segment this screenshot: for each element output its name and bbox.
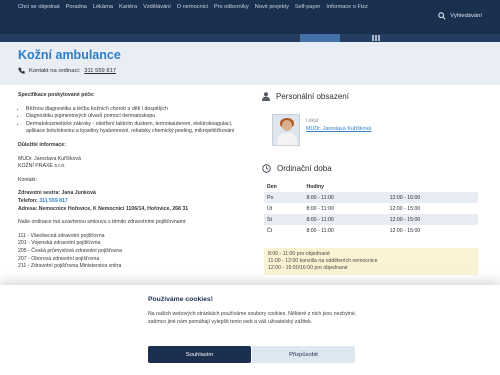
row-pm: 12:00 - 16:00 — [386, 192, 478, 203]
phone-link[interactable]: 311 559 817 — [39, 198, 68, 204]
main-nav: Chci se objednat Poradna Lékárna Kariéra… — [18, 3, 418, 11]
strip-icon[interactable] — [372, 35, 380, 41]
person-icon — [262, 92, 270, 101]
note-line: 12:00 - 15:00/16:00 pro objednané — [268, 265, 348, 271]
row-am: 8:00 - 11:00 — [306, 227, 334, 234]
nav-item-poradna[interactable]: Poradna — [66, 3, 87, 11]
insurer-item: 207 - Oborová zdravotní pojišťovna — [18, 255, 100, 262]
table-row: St 8:00 - 11:00 12:00 - 15:00 — [264, 214, 478, 225]
customize-cookies-button[interactable]: Přizpůsobit — [252, 346, 355, 363]
contact-word: Kontakt: — [18, 176, 38, 183]
row-am: 8:00 - 11:00 — [306, 205, 334, 212]
staff-title: Personální obsazení — [276, 92, 349, 101]
search-button[interactable]: Vyhledávání — [438, 12, 482, 20]
row-day: St — [264, 214, 304, 225]
sidebar: Personální obsazení Lékař MUDr. Jaroslav… — [262, 92, 482, 275]
table-row: Čt 8:00 - 11:00 12:00 - 15:00 — [264, 225, 478, 236]
row-am: 8:00 - 11:00 — [303, 214, 387, 225]
company-line: KOŽNÍ PRAXE s.r.o. — [18, 163, 66, 170]
cookie-title: Používáme cookies! — [148, 296, 213, 303]
insurer-item: 201 - Vojenská zdravotní pojišťovna — [18, 240, 101, 247]
table-row: Út 8:00 - 11:00 12:00 - 15:00 — [264, 203, 478, 214]
services-heading: Specifikace poskytované péče: — [18, 92, 95, 98]
staff-role: Lékař — [306, 118, 319, 124]
list-item: Diagnostiku pigmentových útvarů pomocí d… — [26, 113, 248, 121]
col-day: Den — [267, 184, 277, 190]
list-item: Dermatokosmetické zákroky - ošetření tak… — [26, 121, 248, 136]
contact-phone-link[interactable]: 311 559 817 — [84, 68, 116, 74]
contact-label: Kontakt na ordinaci: — [29, 67, 81, 74]
nav-item-self-payer[interactable]: Self-payer — [295, 3, 321, 11]
main-content: Specifikace poskytované péče: Běžnou dia… — [18, 92, 248, 271]
strip-tab-active[interactable] — [300, 34, 340, 42]
nav-item-objednat[interactable]: Chci se objednat — [18, 3, 60, 11]
phone-label: Telefon: — [18, 197, 38, 204]
note-line: 11:00 - 12:00 konzilia na odděleních nem… — [268, 258, 378, 264]
nav-item-kariera[interactable]: Kariéra — [119, 3, 137, 11]
phone-line: Telefon: 311 559 817 — [18, 198, 248, 206]
services-list: Běžnou diagnostiku a léčbu kožních choro… — [26, 106, 248, 136]
note-line: 8:00 - 11:00 pro objednané — [268, 251, 330, 257]
contact-line: Kontakt na ordinaci: 311 559 817 — [18, 67, 116, 74]
row-day: Čt — [267, 227, 273, 234]
staff-card: Lékař MUDr. Jaroslava Kuříšková — [272, 114, 371, 146]
contract-line: Naše ordinace má uzavřenou smlouvu s těm… — [18, 219, 187, 226]
hours-note: 8:00 - 11:00 pro objednané 11:00 - 12:00… — [264, 248, 478, 275]
page-title: Kožní ambulance — [18, 48, 121, 62]
hours-section-title: Ordinační doba — [262, 164, 332, 173]
nav-item-pro-odborniky[interactable]: Pro odborníky — [214, 3, 249, 11]
nurse-line: Zdravotní sestra: Jana Junková — [18, 190, 96, 197]
section-strip — [0, 34, 500, 42]
cookie-banner: Používáme cookies! Na našich webových st… — [0, 285, 500, 375]
staff-section-title: Personální obsazení — [262, 92, 482, 101]
search-label: Vyhledávání — [450, 13, 482, 19]
search-icon — [438, 12, 446, 20]
nav-item-informace[interactable]: Informace o Fizz — [326, 3, 367, 11]
insurer-item: 211 - Zdravotní pojišťovna Ministerstva … — [18, 263, 122, 270]
important-heading: Důležité informace: — [18, 141, 66, 148]
address-line: Adresa: Nemocnice Hořovice, K Nemocnici … — [18, 205, 189, 212]
row-day: Út — [267, 205, 273, 212]
col-hours: Hodiny — [306, 184, 325, 190]
cookie-text: Na našich webových stránkách používáme s… — [148, 311, 357, 325]
avatar — [272, 114, 300, 146]
row-pm: 12:00 - 15:00 — [386, 214, 478, 225]
insurer-item: 111 - Všeobecná zdravotní pojišťovna — [18, 232, 105, 239]
row-day: Po — [264, 192, 304, 203]
row-pm: 12:00 - 15:00 — [389, 227, 421, 234]
hours-title: Ordinační doba — [277, 164, 332, 173]
insurer-item: 205 - Česká průmyslová zdravotní pojišťo… — [18, 247, 123, 254]
clock-icon — [262, 164, 271, 173]
hours-header-row: Den Hodiny — [264, 182, 478, 192]
nav-item-nove-projekty[interactable]: Nové projekty — [255, 3, 289, 11]
staff-name-link[interactable]: MUDr. Jaroslava Kuříšková — [306, 126, 371, 132]
nav-item-vzdelavani[interactable]: Vzdělávání — [143, 3, 171, 11]
page-header: Kožní ambulance Kontakt na ordinaci: 311… — [0, 42, 500, 85]
table-row: Po 8:00 - 11:00 12:00 - 16:00 — [264, 192, 478, 203]
nav-item-o-nemocnici[interactable]: O nemocnici — [177, 3, 208, 11]
nav-item-lekarna[interactable]: Lékárna — [93, 3, 113, 11]
accept-cookies-button[interactable]: Souhlasím — [148, 346, 251, 363]
hours-table: Den Hodiny Po 8:00 - 11:00 12:00 - 16:00… — [264, 182, 478, 236]
row-pm: 12:00 - 15:00 — [389, 205, 421, 212]
row-am: 8:00 - 11:00 — [303, 192, 387, 203]
phone-icon — [18, 67, 25, 74]
